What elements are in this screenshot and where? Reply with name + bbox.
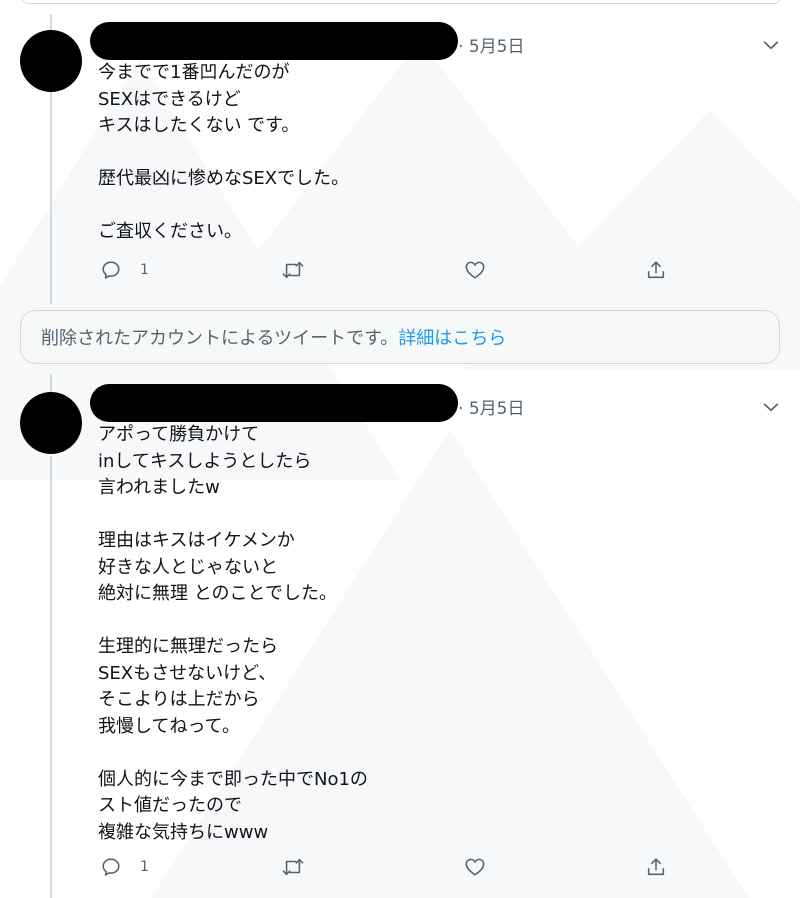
thread-line (50, 14, 52, 30)
retweet-icon (282, 858, 304, 876)
previous-card-edge (20, 0, 782, 4)
date-label[interactable]: 5月5日 (469, 37, 525, 57)
tweet-text: アポって勝負かけて inしてキスしようとしたら 言われましたw 理由はキスはイケ… (98, 424, 368, 843)
author-name-redacted[interactable] (90, 384, 458, 422)
reply-count: 1 (140, 262, 149, 278)
reply-count: 1 (140, 859, 149, 875)
like-button[interactable] (464, 854, 504, 880)
tweet-text: 今までで1番凹んだのが SEXはできるけど キスはしたくない です。 歴代最凶に… (98, 62, 350, 242)
author-name-redacted[interactable] (90, 22, 458, 60)
timeline: · 5月5日 今までで1番凹んだのが SEXはできるけど キスはしたくない です… (0, 0, 800, 898)
reply-button[interactable]: 1 (100, 257, 149, 283)
date-label[interactable]: 5月5日 (469, 399, 525, 419)
share-icon (647, 858, 665, 876)
avatar[interactable] (20, 30, 82, 92)
share-button[interactable] (645, 854, 667, 880)
avatar[interactable] (20, 392, 82, 454)
deleted-account-notice: 削除されたアカウントによるツイートです。 詳細はこちら (20, 310, 780, 364)
share-button[interactable] (645, 257, 667, 283)
date-separator: · (458, 399, 464, 419)
thread-line (50, 456, 52, 898)
thread-line (50, 92, 52, 304)
chevron-down-icon[interactable] (760, 396, 782, 418)
tweet-date[interactable]: · 5月5日 (458, 394, 524, 419)
reply-icon (102, 261, 120, 279)
like-icon (465, 858, 485, 876)
thread-line (50, 374, 52, 392)
reply-button[interactable]: 1 (100, 854, 149, 880)
like-button[interactable] (464, 257, 504, 283)
chevron-down-icon[interactable] (760, 34, 782, 56)
reply-icon (102, 858, 120, 876)
like-icon (465, 261, 485, 279)
retweet-button[interactable] (281, 854, 323, 880)
share-icon (647, 261, 665, 279)
tweet-date[interactable]: · 5月5日 (458, 32, 524, 57)
details-link[interactable]: 詳細はこちら (398, 324, 506, 350)
retweet-icon (282, 261, 304, 279)
date-separator: · (458, 37, 464, 57)
deleted-notice-text: 削除されたアカウントによるツイートです。 (41, 328, 399, 349)
retweet-button[interactable] (281, 257, 323, 283)
